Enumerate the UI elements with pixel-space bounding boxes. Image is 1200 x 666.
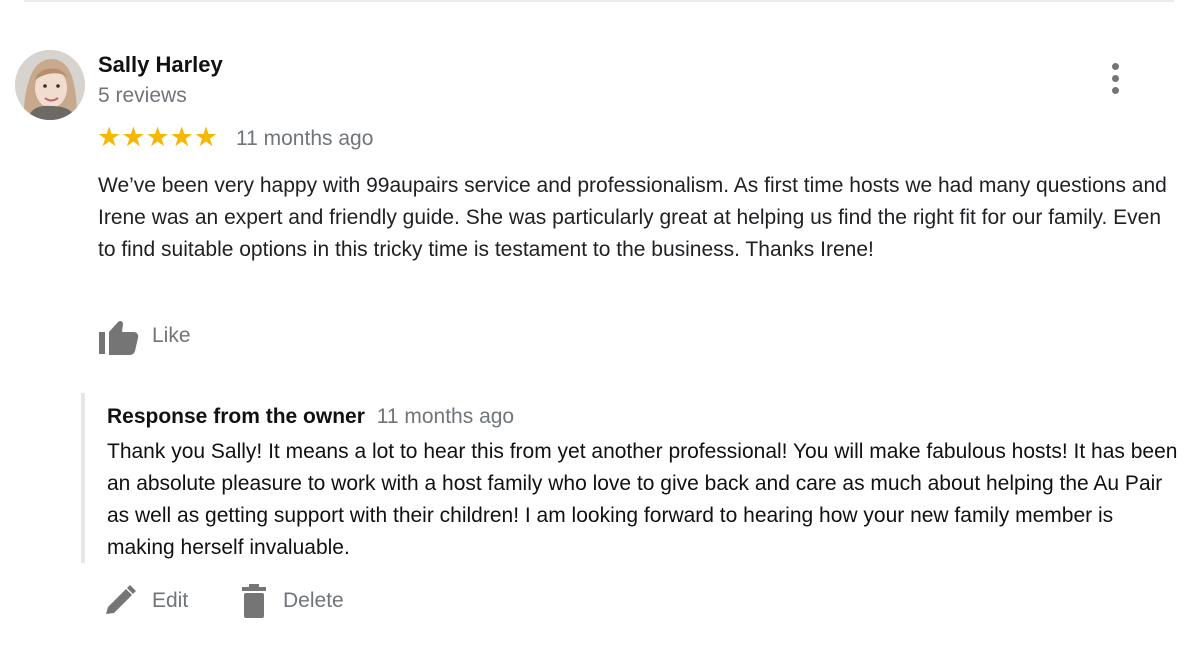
avatar-photo	[15, 50, 85, 120]
like-button[interactable]: Like	[98, 315, 191, 357]
star-icon: ★	[97, 122, 122, 152]
more-vert-icon-dot	[1111, 86, 1119, 94]
review-time: 11 months ago	[236, 127, 374, 150]
review-count[interactable]: 5 reviews	[98, 84, 187, 108]
response-time: 11 months ago	[376, 405, 515, 428]
thumb-up-icon	[99, 320, 139, 355]
response-title: Response from the owner	[107, 405, 365, 428]
response-header: Response from the owner 11 months ago	[107, 405, 514, 429]
star-icon: ★	[169, 122, 194, 152]
more-vert-icon	[1111, 62, 1119, 70]
star-icon: ★	[121, 122, 146, 152]
star-icon: ★	[193, 122, 219, 152]
avatar[interactable]	[15, 50, 85, 120]
edit-label: Edit	[152, 589, 189, 612]
star-rating: ★ ★ ★ ★ ★	[97, 122, 218, 152]
edit-button[interactable]: Edit	[102, 583, 188, 619]
pencil-icon	[106, 585, 136, 614]
more-options-button[interactable]	[1098, 58, 1132, 98]
trash-icon	[242, 584, 266, 618]
more-vert-icon-dot	[1111, 74, 1119, 82]
reviewer-name[interactable]: Sally Harley	[98, 52, 223, 78]
star-icon: ★	[145, 122, 170, 152]
like-label: Like	[152, 324, 191, 347]
top-divider	[24, 0, 1174, 2]
response-text: Thank you Sally! It means a lot to hear …	[107, 440, 1178, 559]
delete-label: Delete	[283, 589, 344, 612]
review-text: We’ve been very happy with 99aupairs ser…	[98, 174, 1167, 261]
delete-button[interactable]: Delete	[239, 583, 344, 619]
